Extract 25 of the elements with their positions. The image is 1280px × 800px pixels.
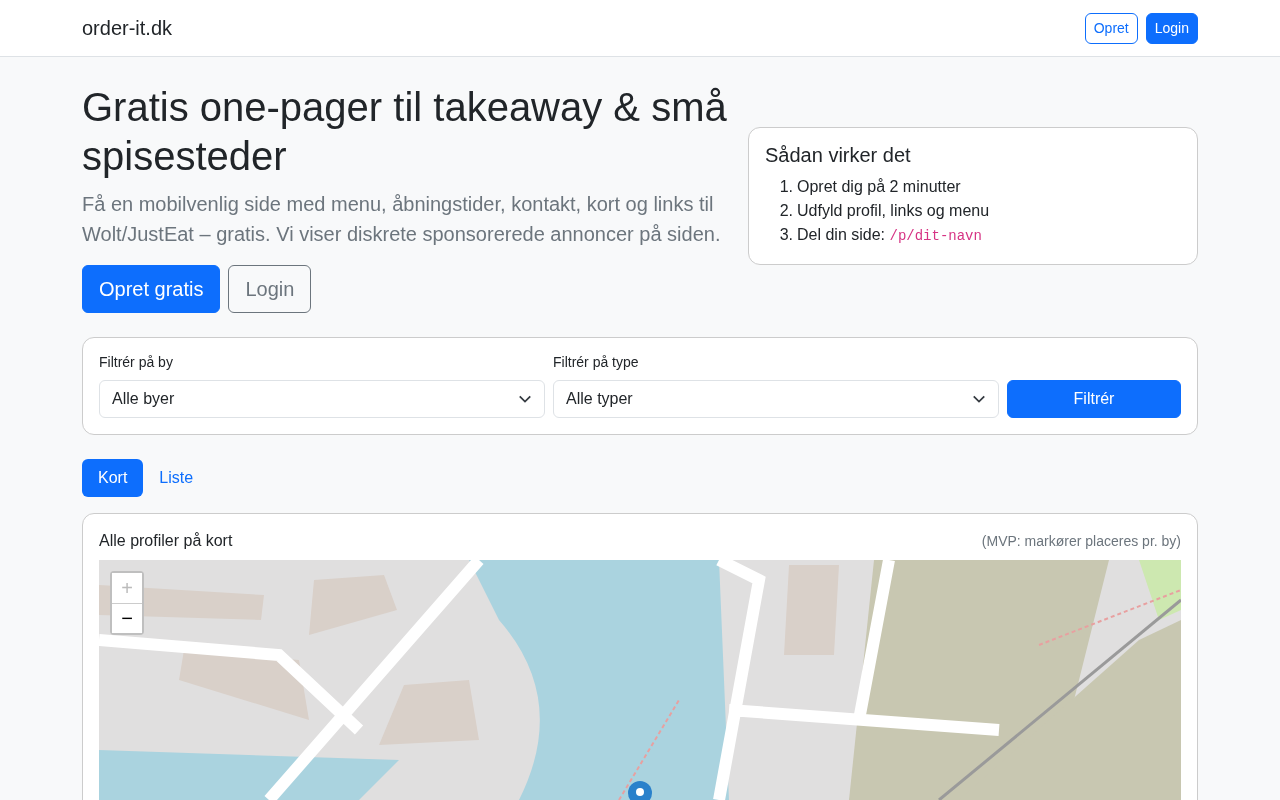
hero-button[interactable]: Opret gratis bbox=[82, 265, 221, 313]
view-tab[interactable]: Liste bbox=[143, 459, 210, 497]
step-number: 2. bbox=[778, 201, 793, 221]
nav-button[interactable]: Login bbox=[1145, 12, 1198, 44]
nav-button[interactable]: Opret bbox=[1084, 12, 1138, 44]
card-note: (MVP: markører placeres pr. by) bbox=[981, 533, 1181, 549]
view-tab[interactable]: Kort bbox=[82, 459, 144, 497]
hero-lead: Få en mobilvenlig side med menu, åbningstider, kontakt, kort og links til Wolt/JustEat – gratis. Vi viser diskrete sponsorerede annoncer på siden. bbox=[82, 192, 722, 247]
step-item: Opret dig på 2 minutter bbox=[797, 177, 961, 197]
brand-name[interactable]: order-it.dk bbox=[82, 16, 173, 40]
map-pin-icon bbox=[627, 780, 653, 800]
select-field[interactable]: Alle byer bbox=[99, 380, 545, 418]
step-number: 1. bbox=[778, 177, 793, 197]
select-field[interactable]: Alle typer bbox=[553, 380, 999, 418]
field-label: Filtrér på by bbox=[99, 354, 174, 370]
filter-button[interactable]: Filtrér bbox=[1007, 380, 1181, 418]
field-label: Filtrér på type bbox=[553, 354, 640, 370]
card-title: Alle profiler på kort bbox=[99, 532, 233, 550]
step-item: Udfyld profil, links og menu bbox=[797, 201, 990, 221]
hero-title: Gratis one-pager til takeaway & små spisesteder bbox=[82, 84, 728, 180]
step-item: Del din side: /p/dit-navn bbox=[797, 225, 982, 246]
hero-button[interactable]: Login bbox=[228, 265, 312, 313]
zoom-button[interactable]: − bbox=[112, 603, 142, 633]
card-title: Sådan virker det bbox=[765, 144, 912, 167]
step-number: 3. bbox=[778, 225, 793, 245]
